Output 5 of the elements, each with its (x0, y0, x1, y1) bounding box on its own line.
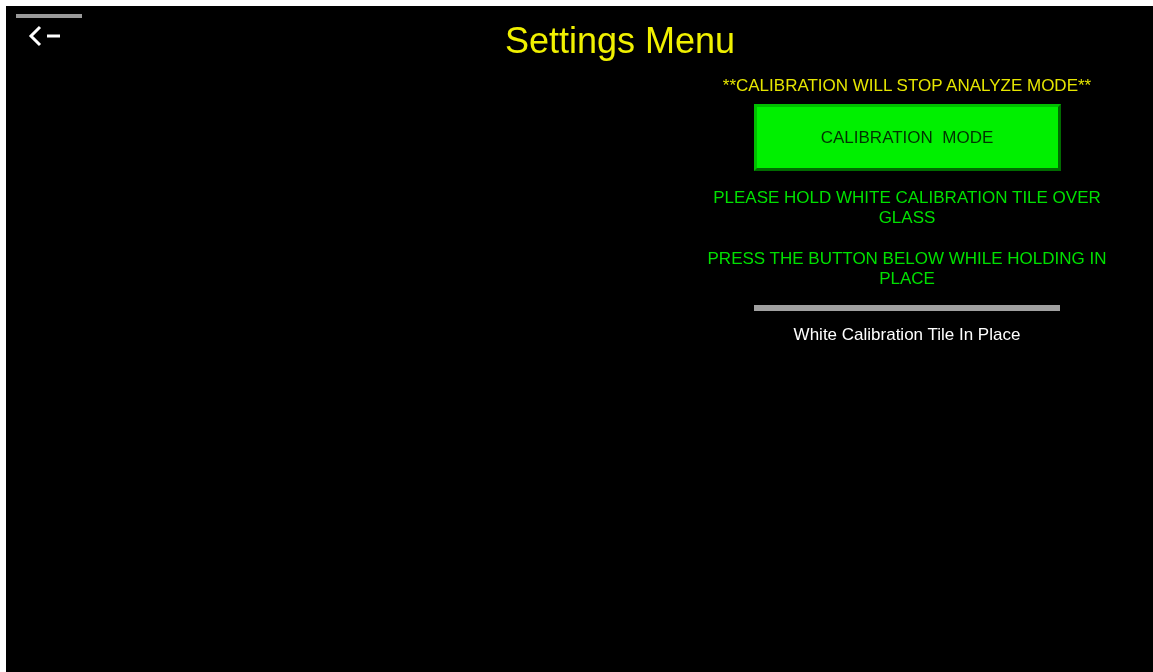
calibration-mode-button[interactable]: CALIBRATION MODE (753, 104, 1061, 171)
instruction-text: PRESS THE BUTTON BELOW WHILE HOLDING IN PLACE (706, 249, 1108, 289)
warning-text: **CALIBRATION WILL STOP ANALYZE MODE** (722, 75, 1092, 97)
instruction-text: PLEASE HOLD WHITE CALIBRATION TILE OVER GLASS (712, 188, 1102, 228)
page-title: Settings Menu (503, 19, 737, 61)
